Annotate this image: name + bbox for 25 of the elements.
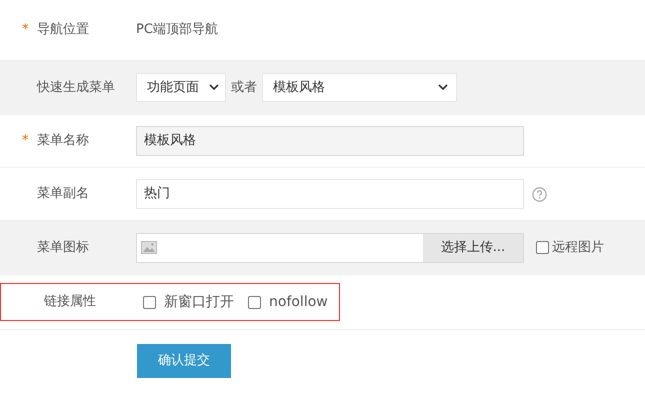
- page-select[interactable]: 功能页面: [136, 73, 226, 102]
- field-label: 导航位置: [37, 21, 89, 40]
- option-checkbox[interactable]: [248, 296, 261, 308]
- checkbox-label: 新窗口打开: [164, 292, 234, 312]
- field-label: 链接属性: [44, 293, 96, 312]
- or-label: 或者: [231, 78, 257, 97]
- caret-icon: [438, 84, 448, 91]
- field-label: 菜单图标: [37, 238, 89, 257]
- required-mark: *: [22, 22, 28, 38]
- field-label: 菜单名称: [37, 132, 89, 150]
- field-label: 快速生成菜单: [37, 78, 115, 97]
- input-field[interactable]: 热门: [136, 179, 524, 209]
- required-mark: *: [22, 133, 28, 148]
- field-label: 菜单副名: [37, 185, 89, 204]
- caret-icon: [209, 84, 219, 91]
- checkbox-label: 远程图片: [552, 238, 604, 257]
- checkbox-label: nofollow: [269, 292, 328, 312]
- image-icon: [141, 241, 157, 254]
- help-icon[interactable]: [532, 186, 547, 202]
- template-select[interactable]: 模板风格: [262, 73, 457, 102]
- remote-image-checkbox[interactable]: [536, 241, 549, 254]
- field-value: PC端顶部导航: [136, 21, 218, 40]
- option-checkbox[interactable]: [143, 296, 156, 308]
- upload-button[interactable]: 选择上传...: [423, 234, 523, 262]
- upload-field[interactable]: 选择上传...: [136, 232, 524, 262]
